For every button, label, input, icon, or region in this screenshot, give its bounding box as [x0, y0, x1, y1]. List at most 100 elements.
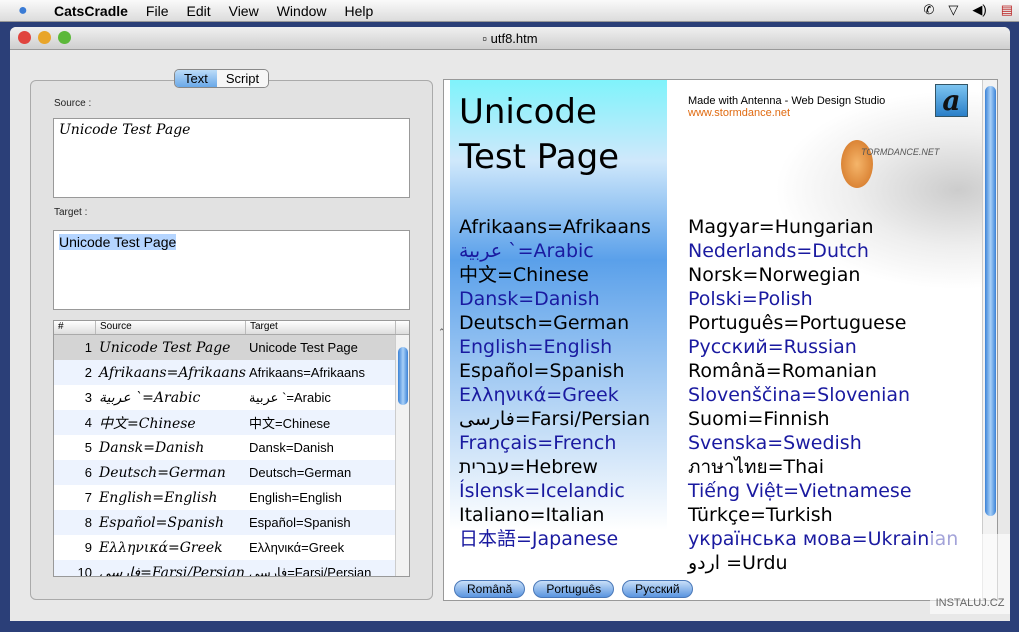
row-source: Dansk=Danish [99, 439, 205, 456]
main-window: ▫ utf8.htm Text Script Source : Unicode … [10, 27, 1010, 621]
row-target: Dansk=Danish [249, 440, 334, 455]
row-number: 6 [84, 465, 92, 480]
table-row[interactable]: 1 Unicode Test Page Unicode Test Page [54, 335, 409, 360]
mode-segmented-control: Text Script [174, 69, 270, 88]
table-row[interactable]: 2 Afrikaans=Afrikaans Afrikaans=Afrikaans [54, 360, 409, 385]
zoom-button[interactable] [58, 31, 71, 44]
table-row[interactable]: 10 فارسی=Farsi/Persian فارسی=Farsi/Persian [54, 560, 409, 577]
language-entry: Русский=Russian [688, 336, 857, 358]
language-entry: عربية `=Arabic [459, 240, 594, 262]
language-entry: Slovenščina=Slovenian [688, 384, 911, 406]
table-row[interactable]: 8 Español=Spanish Español=Spanish [54, 510, 409, 535]
strings-table: # Source Target 1 Unicode Test Page Unicod… [53, 320, 410, 577]
title-line-2: Test Page [459, 137, 620, 177]
language-entry: Português=Portuguese [688, 312, 907, 334]
row-number: 8 [84, 515, 92, 530]
row-number: 4 [84, 415, 92, 430]
language-entry: Norsk=Norwegian [688, 264, 861, 286]
row-target: فارسی=Farsi/Persian [249, 564, 372, 577]
airport-icon[interactable]: ▽ [948, 2, 958, 18]
row-number: 1 [84, 340, 92, 355]
row-source: فارسی=Farsi/Persian [99, 564, 245, 577]
tab-script[interactable]: Script [216, 70, 269, 87]
phone-icon[interactable]: ✆ [923, 2, 934, 18]
menu-edit[interactable]: Edit [186, 3, 210, 19]
credit: Made with Antenna - Web Design Studio www… [688, 95, 885, 119]
source-label: Source : [54, 98, 92, 109]
column-header-number[interactable]: # [54, 321, 96, 334]
row-source: Español=Spanish [99, 514, 224, 531]
language-entry: Italiano=Italian [459, 504, 605, 526]
language-entry: Deutsch=German [459, 312, 630, 334]
menu-app[interactable]: CatsCradle [54, 3, 128, 19]
title-bar: ▫ utf8.htm [10, 27, 1010, 50]
menu-file[interactable]: File [146, 3, 169, 19]
web-scrollbar[interactable] [982, 80, 997, 600]
language-entry: English=English [459, 336, 613, 358]
menu-window[interactable]: Window [277, 3, 327, 19]
row-source: Deutsch=German [99, 464, 226, 481]
target-selected-text: Unicode Test Page [59, 234, 177, 250]
table-row[interactable]: 5 Dansk=Danish Dansk=Danish [54, 435, 409, 460]
row-target: Afrikaans=Afrikaans [249, 365, 365, 380]
column-header-source[interactable]: Source [96, 321, 246, 334]
row-target: English=English [249, 490, 342, 505]
language-entry: Ελληνικά=Greek [459, 384, 619, 406]
stormdance-link[interactable]: www.stormdance.net [688, 107, 885, 119]
table-row[interactable]: 6 Deutsch=German Deutsch=German [54, 460, 409, 485]
row-number: 3 [84, 390, 92, 405]
romana-button[interactable]: Română [454, 580, 526, 598]
language-entry: Suomi=Finnish [688, 408, 830, 430]
volume-icon[interactable]: ◀) [972, 2, 986, 18]
menu-help[interactable]: Help [345, 3, 374, 19]
language-entry: Română=Romanian [688, 360, 877, 382]
row-number: 7 [84, 490, 92, 505]
table-row[interactable]: 9 Ελληνικά=Greek Ελληνικά=Greek [54, 535, 409, 560]
language-entry: Íslensk=Icelandic [459, 480, 625, 502]
portugues-button[interactable]: Português [533, 580, 615, 598]
russian-button[interactable]: Русский [622, 580, 693, 598]
target-textarea[interactable]: Unicode Test Page [53, 230, 410, 310]
row-source: 中文=Chinese [99, 415, 196, 432]
tab-text[interactable]: Text [175, 70, 217, 87]
minimize-button[interactable] [38, 31, 51, 44]
window-title: utf8.htm [490, 31, 538, 46]
row-number: 2 [84, 365, 92, 380]
flag-icon[interactable]: ▤ [1001, 2, 1013, 18]
web-scroll-thumb[interactable] [985, 86, 996, 516]
target-label: Target : [54, 207, 88, 218]
language-entry: українська мова=Ukrainian [688, 528, 959, 550]
table-row[interactable]: 4 中文=Chinese 中文=Chinese [54, 410, 409, 435]
language-entry: Magyar=Hungarian [688, 216, 874, 238]
row-target: عربية `=Arabic [249, 389, 331, 405]
table-scrollbar[interactable] [395, 335, 409, 576]
apple-menu-icon[interactable]: ● [18, 2, 40, 20]
antenna-logo[interactable]: a [935, 84, 968, 117]
scroll-thumb[interactable] [398, 347, 408, 405]
close-button[interactable] [18, 31, 31, 44]
language-entry: اردو =Urdu [688, 552, 788, 574]
language-entry: Polski=Polish [688, 288, 813, 310]
row-source: عربية `=Arabic [99, 389, 201, 406]
row-target: 中文=Chinese [249, 416, 331, 431]
column-header-target[interactable]: Target [246, 321, 396, 334]
row-source: Unicode Test Page [99, 339, 231, 356]
title-line-1: Unicode [459, 92, 597, 132]
language-entry: ภาษาไทย=Thai [688, 456, 825, 478]
source-textarea[interactable]: Unicode Test Page [53, 118, 410, 198]
row-target: Unicode Test Page [249, 340, 358, 355]
table-row[interactable]: 3 عربية `=Arabic عربية `=Arabic [54, 385, 409, 410]
row-source: Afrikaans=Afrikaans [99, 364, 246, 381]
language-entry: Tiếng Việt=Vietnamese [688, 480, 912, 502]
row-number: 10 [77, 565, 92, 577]
stormdance-logo-text: TORMDANCE.NET [861, 147, 940, 157]
language-entry: Nederlands=Dutch [688, 240, 869, 262]
menu-view[interactable]: View [229, 3, 259, 19]
row-number: 9 [84, 540, 92, 555]
table-row[interactable]: 7 English=English English=English [54, 485, 409, 510]
row-number: 5 [84, 440, 92, 455]
row-source: English=English [99, 489, 218, 506]
language-entry: Dansk=Danish [459, 288, 600, 310]
language-list-left: Afrikaans=Afrikaans عربية `=Arabic 中文=Chin… [459, 215, 651, 551]
page-title: Unicode Test Page [459, 90, 619, 180]
